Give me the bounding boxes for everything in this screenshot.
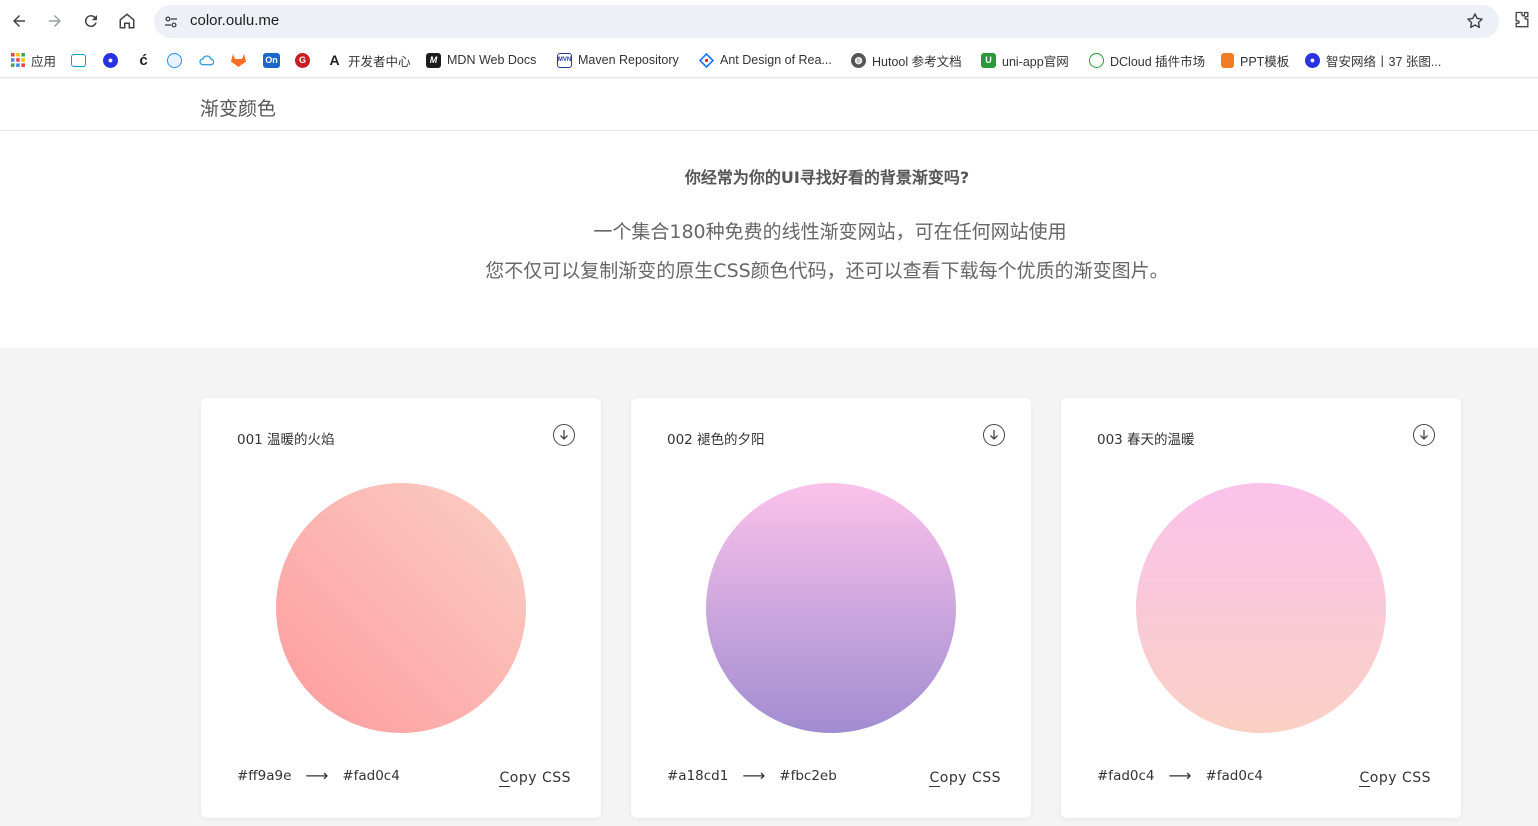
copy-css-label: opy CSS (1369, 770, 1431, 786)
uniapp-icon: U (981, 52, 996, 68)
bookmark-label: Hutool 参考文档 (872, 54, 962, 69)
ant-design-icon (699, 52, 714, 68)
color-from: #ff9a9e (237, 767, 292, 784)
download-icon[interactable] (1413, 424, 1435, 446)
bookmark-apps[interactable]: 应用 (10, 50, 56, 70)
bookmark-blue-logo[interactable] (167, 50, 182, 70)
hero-line-2: 您不仅可以复制渐变的原生CSS颜色代码，还可以查看下载每个优质的渐变图片。 (485, 260, 1169, 282)
on-icon: On (263, 52, 280, 68)
hero-line-1: 一个集合180种免费的线性渐变网站，可在任何网站使用 (593, 221, 1067, 243)
bookmark-dcloud[interactable]: DCloud 插件市场 (1089, 50, 1205, 70)
bookmark-zhian[interactable]: ● 智安网络丨37 张图... (1305, 50, 1441, 70)
gradient-card-001: 001 温暖的火焰 #ff9a9e ⟶ #fad0c4 Copy CSS (201, 398, 601, 818)
home-icon[interactable] (115, 9, 139, 33)
globe-icon: ◍ (851, 52, 866, 68)
site-title[interactable]: 渐变颜色 (200, 94, 276, 121)
dcloud-icon (1089, 52, 1104, 68)
bookmark-gitlab[interactable] (231, 50, 246, 70)
bookmark-label: Maven Repository (578, 53, 679, 67)
arrow-right-icon: ⟶ (1168, 766, 1192, 785)
copy-css-button[interactable]: Copy CSS (1359, 770, 1431, 787)
copy-css-button[interactable]: Copy CSS (499, 770, 571, 787)
ppt-icon (1221, 52, 1234, 68)
gradient-preview-circle (706, 483, 956, 733)
hero-question: 你经常为你的UI寻找好看的背景渐变吗? (684, 168, 970, 187)
forward-arrow-icon[interactable] (43, 9, 67, 33)
back-arrow-icon[interactable] (7, 9, 31, 33)
copy-css-first-letter: C (1359, 770, 1370, 787)
cloud-icon (199, 53, 214, 68)
copy-css-label: opy CSS (509, 770, 571, 786)
color-to: #fad0c4 (342, 767, 400, 784)
browser-toolbar: color.oulu.me (0, 0, 1538, 42)
color-codes: #fad0c4 ⟶ #fad0c4 (1097, 766, 1263, 785)
bookmark-developer-center[interactable]: A 开发者中心 (327, 50, 411, 70)
bookmark-star-icon[interactable] (1465, 11, 1485, 31)
bookmark-baidu[interactable]: ● (103, 50, 118, 70)
url-text[interactable]: color.oulu.me (190, 12, 279, 29)
bookmarks-bar: 应用 ● ć On G A 开发者中心 M MDN Web Docs MVN M… (0, 42, 1538, 78)
gitee-icon: G (295, 52, 310, 68)
arrow-right-icon: ⟶ (305, 766, 329, 785)
bookmark-label: 智安网络丨37 张图... (1326, 54, 1442, 69)
extensions-puzzle-icon[interactable] (1512, 10, 1534, 32)
card-title: 001 温暖的火焰 (237, 432, 335, 448)
color-from: #fad0c4 (1097, 767, 1155, 784)
blue-logo-icon (167, 52, 182, 68)
bookmark-bilibili[interactable] (71, 50, 86, 70)
arrow-right-icon: ⟶ (742, 766, 766, 785)
bookmark-mdn[interactable]: M MDN Web Docs (426, 50, 536, 70)
color-codes: #a18cd1 ⟶ #fbc2eb (667, 766, 837, 785)
bookmark-hutool[interactable]: ◍ Hutool 参考文档 (851, 50, 962, 70)
card-title: 002 褪色的夕阳 (667, 432, 765, 448)
bookmark-label: 应用 (31, 54, 57, 69)
bookmark-on[interactable]: On (263, 50, 280, 70)
address-bar[interactable]: color.oulu.me (154, 5, 1499, 38)
copy-css-first-letter: C (499, 770, 510, 787)
gradient-card-003: 003 春天的温暖 #fad0c4 ⟶ #fad0c4 Copy CSS (1061, 398, 1461, 818)
copy-css-button[interactable]: Copy CSS (929, 770, 1001, 787)
gradient-card-002: 002 褪色的夕阳 #a18cd1 ⟶ #fbc2eb Copy CSS (631, 398, 1031, 818)
bilibili-icon (71, 53, 86, 67)
bookmark-label: MDN Web Docs (447, 53, 537, 67)
gitlab-fox-icon (231, 53, 246, 68)
color-codes: #ff9a9e ⟶ #fad0c4 (237, 766, 400, 785)
card-title: 003 春天的温暖 (1097, 432, 1195, 448)
baidu-paw-icon: ● (1305, 52, 1320, 68)
site-header: 渐变颜色 (0, 79, 1538, 131)
juejin-icon: ć (139, 51, 148, 69)
bookmark-gitee[interactable]: G (295, 50, 310, 70)
download-icon[interactable] (553, 424, 575, 446)
copy-css-first-letter: C (929, 770, 940, 787)
bookmark-label: uni-app官网 (1002, 54, 1069, 69)
baidu-paw-icon: ● (103, 52, 118, 68)
gradient-preview-circle (276, 483, 526, 733)
mdn-icon: M (426, 52, 441, 68)
bookmark-label: 开发者中心 (348, 54, 411, 69)
bookmark-juejin[interactable]: ć (136, 50, 151, 70)
bookmark-maven[interactable]: MVN Maven Repository (557, 50, 679, 70)
color-from: #a18cd1 (667, 767, 729, 784)
bookmark-label: PPT模板 (1240, 54, 1290, 69)
color-to: #fbc2eb (779, 767, 837, 784)
maven-icon: MVN (557, 52, 572, 68)
developer-a-icon: A (329, 52, 340, 68)
color-to: #fad0c4 (1205, 767, 1263, 784)
copy-css-label: opy CSS (939, 770, 1001, 786)
download-icon[interactable] (983, 424, 1005, 446)
bookmark-label: DCloud 插件市场 (1110, 54, 1206, 69)
bookmark-ant-design[interactable]: Ant Design of Rea... (699, 50, 832, 70)
apps-grid-icon (10, 53, 25, 68)
bookmark-ppt[interactable]: PPT模板 (1221, 50, 1289, 70)
hero-section: 你经常为你的UI寻找好看的背景渐变吗? 一个集合180种免费的线性渐变网站，可在… (0, 131, 1538, 348)
site-info-icon[interactable] (162, 13, 180, 31)
bookmark-cloud[interactable] (199, 50, 214, 70)
gradient-preview-circle (1136, 483, 1386, 733)
bookmark-uniapp[interactable]: U uni-app官网 (981, 50, 1069, 70)
reload-icon[interactable] (79, 9, 103, 33)
bookmark-label: Ant Design of Rea... (720, 53, 832, 67)
